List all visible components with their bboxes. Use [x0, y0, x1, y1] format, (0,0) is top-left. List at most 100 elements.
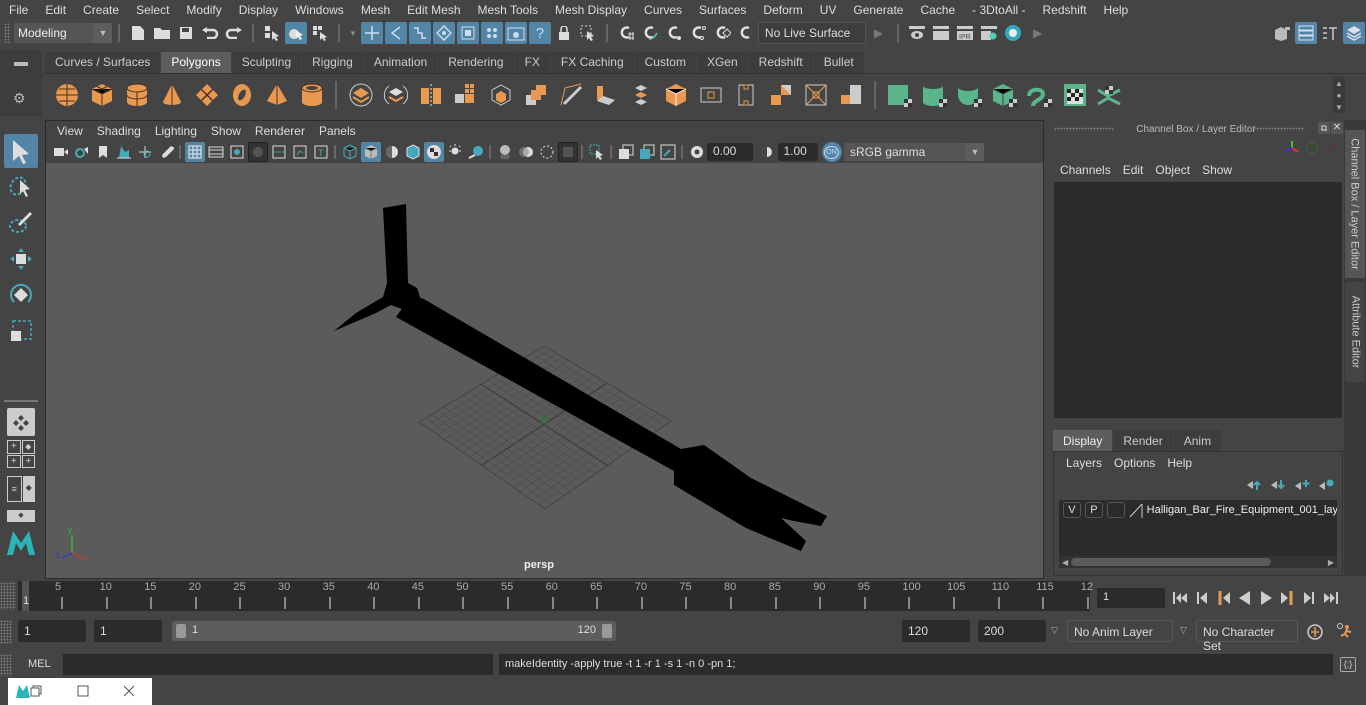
go-to-start-icon[interactable] [1172, 591, 1190, 605]
shadows-toggle[interactable] [466, 142, 486, 162]
persp-graph-layout[interactable]: ◆ [7, 510, 35, 522]
exposure-icon-button[interactable] [687, 142, 707, 162]
camera-attributes-button[interactable] [72, 142, 92, 162]
shelf-tab-polygons[interactable]: Polygons [161, 52, 231, 73]
depth-of-field-toggle[interactable] [557, 142, 578, 162]
motion-blur-toggle[interactable] [516, 142, 536, 162]
menu-curves[interactable]: Curves [635, 0, 690, 20]
poly-pipe-button[interactable] [294, 79, 329, 111]
shelf-tab-fx-caching[interactable]: FX Caching [550, 52, 634, 73]
viewport-3d[interactable]: y x z persp [46, 163, 1043, 578]
bevel-edge-button[interactable] [763, 79, 798, 111]
shelf-tab-rendering[interactable]: Rendering [438, 52, 514, 73]
menu-surfaces[interactable]: Surfaces [690, 0, 754, 20]
safe-title-toggle[interactable]: T [311, 142, 331, 162]
character-set-select[interactable]: No Character Set [1196, 620, 1298, 653]
command-input[interactable] [63, 654, 493, 675]
new-layer-icon[interactable] [1294, 479, 1310, 491]
render-settings-button[interactable] [906, 22, 928, 44]
side-tab-attribute-editor[interactable]: Attribute Editor [1345, 282, 1365, 382]
menu-redshift[interactable]: Redshift [1034, 0, 1095, 20]
open-scene-button[interactable] [151, 22, 173, 44]
range-end-handle[interactable] [602, 624, 612, 638]
lasso-tool[interactable] [4, 170, 38, 204]
drag-handle[interactable] [0, 582, 16, 610]
layer-tab-display[interactable]: Display [1053, 430, 1113, 452]
snap-clapper-button[interactable] [504, 22, 527, 44]
menu-uv[interactable]: UV [811, 0, 845, 20]
booleans-button[interactable] [518, 79, 553, 111]
restore-icon[interactable] [30, 685, 42, 697]
playback-end-field[interactable]: 120 [902, 620, 970, 642]
play-forward-icon[interactable] [1258, 591, 1274, 605]
hyper-icon[interactable] [1324, 140, 1340, 156]
new-layer-from-selected-icon[interactable] [1318, 479, 1334, 491]
anim-layer-select[interactable]: No Anim Layer [1067, 620, 1173, 642]
live-surface-field[interactable]: No Live Surface [757, 22, 866, 44]
go-to-end-icon[interactable] [1321, 591, 1339, 605]
panel-menu-view[interactable]: View [50, 124, 90, 138]
drag-handle[interactable] [0, 654, 12, 676]
wireframe-on-shaded-toggle[interactable] [403, 142, 423, 162]
menu-modify[interactable]: Modify [177, 0, 229, 20]
multi-cut-button[interactable] [553, 79, 588, 111]
chevron-down-icon[interactable]: ▽ [1180, 625, 1187, 636]
scroll-left-icon[interactable]: ◀ [1062, 558, 1068, 567]
scroll-thumb[interactable] [1071, 558, 1272, 566]
shelf-tab-curves-surfaces[interactable]: Curves / Surfaces [45, 52, 161, 73]
layer-color-swatch-icon[interactable] [1129, 502, 1143, 518]
speed-icon[interactable] [1304, 140, 1320, 156]
maximize-icon[interactable] [77, 685, 89, 697]
move-layer-up-icon[interactable] [1246, 479, 1262, 491]
snap-to-view-plane-magnet[interactable] [711, 22, 733, 44]
scroll-up-icon[interactable]: ▲ [1335, 79, 1343, 88]
paint-select-tool[interactable] [4, 206, 38, 240]
collapse-arrow-icon[interactable]: ▶ [874, 26, 883, 40]
snap-to-grid-magnet[interactable] [615, 22, 637, 44]
range-slider[interactable]: 1 120 [172, 621, 616, 641]
menu-create[interactable]: Create [74, 0, 127, 20]
drag-handle[interactable] [0, 620, 12, 644]
select-highlight-button[interactable] [577, 22, 599, 44]
float-panel-icon[interactable]: ⧉ [1318, 122, 1330, 134]
color-management-toggle[interactable]: ON [821, 142, 842, 162]
poly-cylinder-button[interactable] [119, 79, 154, 111]
drag-handle[interactable] [4, 23, 10, 43]
collapse-arrow-icon[interactable]: ▶ [1033, 26, 1042, 40]
drag-handle[interactable] [1244, 127, 1304, 131]
shelf-tab-custom[interactable]: Custom [634, 52, 696, 73]
range-start-handle[interactable] [176, 624, 186, 638]
shelf-tab-animation[interactable]: Animation [363, 52, 438, 73]
tool-settings-toggle[interactable] [1319, 22, 1341, 44]
step-back-frame-icon[interactable] [1216, 591, 1232, 605]
shelf-tab-sculpting[interactable]: Sculpting [231, 52, 302, 73]
gamma-field[interactable]: 1.00 [777, 143, 818, 161]
side-tab-channel-box[interactable]: Channel Box / Layer Editor [1345, 130, 1365, 278]
shelf-scroll[interactable]: ▲ ● ▼ [1333, 77, 1345, 113]
menu-help[interactable]: Help [1095, 0, 1137, 20]
select-tool[interactable] [4, 134, 38, 168]
shelf-tab-bullet[interactable]: Bullet [813, 52, 864, 73]
menu-mesh[interactable]: Mesh [352, 0, 398, 20]
snap-view-plane-button[interactable] [432, 22, 455, 44]
close-icon[interactable]: ✕ [1331, 122, 1343, 134]
menu-mesh-tools[interactable]: Mesh Tools [469, 0, 546, 20]
uv-editor-button[interactable] [1057, 79, 1092, 111]
planar-uv-button[interactable] [882, 79, 917, 111]
rotate-tool[interactable] [4, 278, 38, 312]
select-component-button[interactable] [309, 22, 331, 44]
layer-tab-render[interactable]: Render [1113, 430, 1173, 452]
shelf-menu-icon[interactable]: ● [1337, 91, 1342, 100]
layer-horizontal-scrollbar[interactable]: ◀ ▶ [1059, 556, 1337, 568]
panel-menu-renderer[interactable]: Renderer [248, 124, 312, 138]
channel-box-menu-edit[interactable]: Edit [1117, 163, 1150, 177]
edge-loop-button[interactable] [728, 79, 763, 111]
gamma-icon-button[interactable] [757, 142, 777, 162]
playback-start-field[interactable]: 1 [94, 620, 162, 642]
scale-tool[interactable] [4, 314, 38, 348]
chevron-down-icon[interactable]: ▽ [1051, 625, 1058, 636]
snap-curve-button[interactable] [384, 22, 407, 44]
snap-live-button[interactable] [456, 22, 479, 44]
xray-active-components-toggle[interactable] [637, 142, 657, 162]
layer-menu-options[interactable]: Options [1108, 456, 1161, 470]
